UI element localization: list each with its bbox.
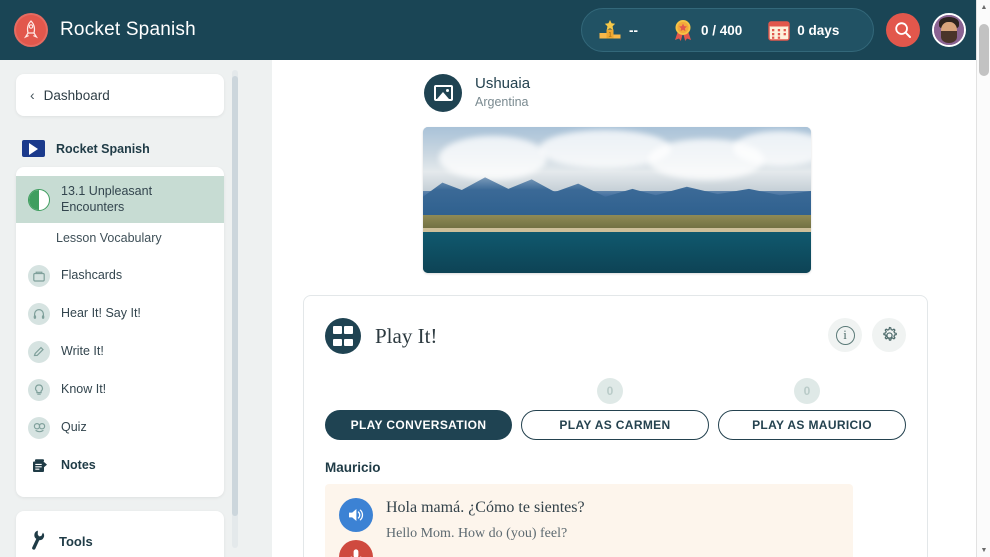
play-conversation-button[interactable]: PLAY CONVERSATION (325, 410, 512, 440)
sidebar: ‹ Dashboard Rocket Spanish 13.1 Unpleasa… (0, 60, 240, 557)
sidebar-item-label: Quiz (61, 420, 87, 435)
counter-mauricio: 0 (794, 378, 820, 404)
info-icon[interactable]: i (828, 318, 862, 352)
sidebar-item-label: Notes (61, 458, 96, 473)
sidebar-item-label: Lesson Vocabulary (56, 231, 162, 246)
chevron-left-icon: ‹ (30, 87, 35, 103)
location-title: Ushuaia (475, 75, 531, 93)
calendar-icon (768, 20, 790, 41)
brand-logo[interactable]: Rocket Spanish (14, 13, 196, 47)
scroll-up-arrow-icon[interactable]: ▲ (977, 0, 990, 14)
notes-icon (28, 455, 50, 477)
sidebar-item-know-it[interactable]: Know It! (16, 371, 224, 409)
sidebar-scrollbar[interactable] (232, 70, 238, 548)
play-buttons-row: PLAY CONVERSATION PLAY AS CARMEN PLAY AS… (325, 410, 907, 440)
dialogue-line: Hola mamá. ¿Cómo te sientes? Hello Mom. … (325, 484, 853, 557)
play-it-title: Play It! (375, 323, 438, 348)
sidebar-scrollbar-thumb[interactable] (232, 76, 238, 516)
image-placeholder-icon (424, 74, 462, 112)
top-header-bar: Rocket Spanish 1 -- 0 / 400 0 days (0, 0, 976, 60)
tools-label: Tools (59, 533, 93, 549)
main-content: Ushuaia Argentina Play It! i 0 0 PLAY CO… (272, 60, 976, 557)
course-name: Rocket Spanish (56, 141, 150, 156)
sidebar-item-label: Write It! (61, 344, 104, 359)
write-icon (28, 341, 50, 364)
lightbulb-icon (28, 379, 50, 402)
microphone-icon[interactable] (339, 540, 373, 557)
speaker-icon[interactable] (339, 498, 373, 532)
sidebar-item-label: Flashcards (61, 268, 123, 283)
browser-scrollbar[interactable]: ▲ ▼ (976, 0, 990, 557)
location-header: Ushuaia Argentina (272, 60, 976, 112)
sidebar-item-label: Know It! (61, 382, 107, 397)
rocket-icon (14, 13, 48, 47)
podium-icon: 1 (599, 20, 621, 39)
dialogue-speaker-name: Mauricio (325, 460, 381, 475)
counter-carmen: 0 (597, 378, 623, 404)
play-it-header: Play It! (325, 318, 906, 354)
flashcards-icon (28, 265, 50, 288)
stat-rank-value: -- (629, 22, 638, 38)
stat-streak[interactable]: 0 days (768, 9, 839, 51)
play-as-mauricio-button[interactable]: PLAY AS MAURICIO (718, 410, 907, 440)
sidebar-item-notes[interactable]: Notes (16, 447, 224, 485)
sidebar-lesson-nav: 13.1 Unpleasant Encounters Lesson Vocabu… (16, 167, 224, 498)
stats-pill: 1 -- 0 / 400 0 days (581, 8, 874, 52)
sidebar-course-header[interactable]: Rocket Spanish (16, 136, 224, 167)
dialogue-spanish-text: Hola mamá. ¿Cómo te sientes? (386, 499, 585, 516)
sidebar-item-label: 13.1 Unpleasant Encounters (61, 184, 153, 214)
stat-rank[interactable]: 1 -- (598, 9, 638, 51)
app-viewport: Rocket Spanish 1 -- 0 / 400 0 days ▲ ▼ ‹… (0, 0, 990, 557)
headphones-icon (28, 303, 50, 326)
gear-icon[interactable] (872, 318, 906, 352)
play-as-carmen-button[interactable]: PLAY AS CARMEN (520, 410, 709, 440)
dialogue-english-text: Hello Mom. How do (you) feel? (386, 526, 568, 542)
quiz-icon (28, 417, 50, 440)
search-icon[interactable] (886, 13, 920, 47)
sidebar-item-lesson[interactable]: 13.1 Unpleasant Encounters (16, 176, 224, 224)
medal-icon (675, 19, 691, 41)
brand-name: Rocket Spanish (60, 19, 196, 40)
ushuaia-landscape-photo (423, 127, 811, 273)
scrollbar-thumb[interactable] (979, 24, 989, 76)
scroll-down-arrow-icon[interactable]: ▼ (977, 543, 990, 557)
spanish-flag-icon (22, 140, 45, 157)
half-progress-icon (28, 188, 50, 211)
location-country: Argentina (475, 94, 529, 109)
sidebar-item-flashcards[interactable]: Flashcards (16, 257, 224, 295)
avatar[interactable] (932, 13, 966, 47)
play-counters: 0 0 (325, 378, 906, 404)
sidebar-item-tools[interactable]: Tools (16, 511, 224, 557)
play-it-icon (325, 318, 361, 354)
sidebar-item-quiz[interactable]: Quiz (16, 409, 224, 447)
sidebar-item-lesson-vocabulary[interactable]: Lesson Vocabulary (16, 223, 224, 257)
stat-streak-value: 0 days (797, 22, 840, 38)
sidebar-item-dashboard[interactable]: ‹ Dashboard (16, 74, 224, 116)
stat-points-value: 0 / 400 (701, 22, 743, 38)
dashboard-label: Dashboard (43, 87, 110, 103)
stat-points[interactable]: 0 / 400 (672, 9, 742, 51)
wrench-icon (24, 526, 51, 556)
play-it-card: Play It! i 0 0 PLAY CONVERSATION PLAY AS… (303, 295, 928, 557)
avatar-image (934, 15, 964, 45)
sidebar-item-label: Hear It! Say It! (61, 306, 141, 321)
sidebar-item-write-it[interactable]: Write It! (16, 333, 224, 371)
sidebar-item-hear-it-say-it[interactable]: Hear It! Say It! (16, 295, 224, 333)
